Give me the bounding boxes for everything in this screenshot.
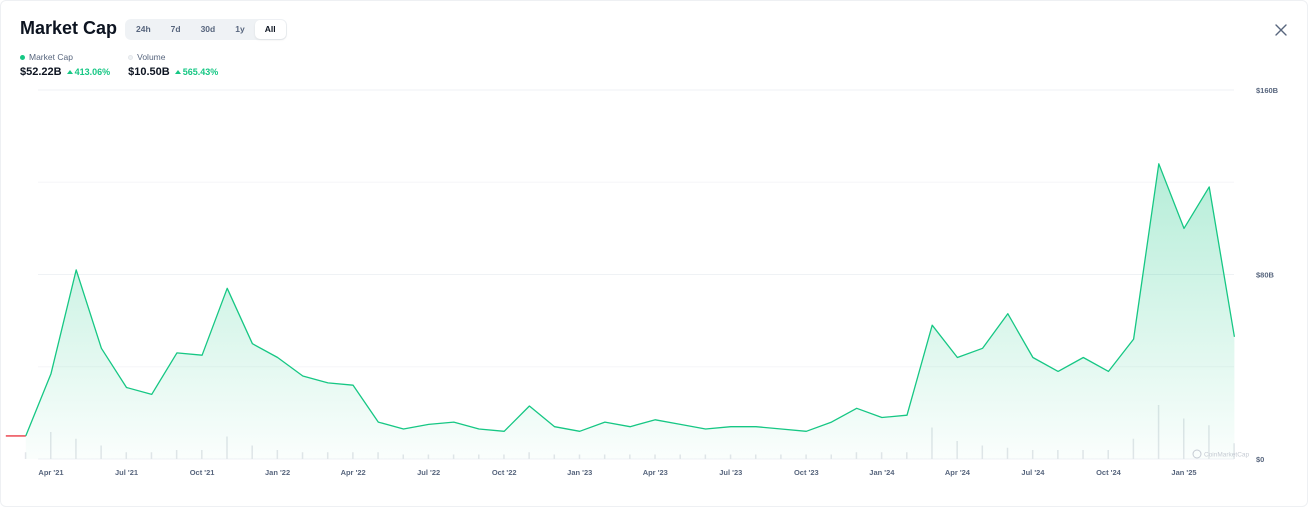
x-tick-label: Jul '22 (417, 468, 440, 477)
x-tick-label: Jul '23 (719, 468, 742, 477)
x-tick-label: Jan '24 (869, 468, 895, 477)
market-cap-chart[interactable]: Apr '21 Jul '21 Oct '21 Jan '22 Apr '22 Jul '… (1, 1, 1308, 508)
x-tick-label: Jul '24 (1021, 468, 1045, 477)
x-tick-label: Apr '23 (643, 468, 668, 477)
x-tick-label: Jan '22 (265, 468, 290, 477)
x-tick-label: Oct '24 (1096, 468, 1122, 477)
x-tick-label: Jul '21 (115, 468, 138, 477)
market-cap-area (25, 163, 1235, 460)
y-tick-label: $80B (1256, 271, 1275, 280)
x-tick-label: Oct '23 (794, 468, 819, 477)
x-tick-label: Apr '22 (341, 468, 366, 477)
x-tick-label: Jan '23 (567, 468, 592, 477)
x-tick-label: Apr '24 (945, 468, 971, 477)
x-tick-label: Oct '21 (190, 468, 215, 477)
x-tick-label: Jan '25 (1171, 468, 1196, 477)
watermark-text: CoinMarketCap (1204, 452, 1250, 459)
x-tick-label: Apr '21 (38, 468, 63, 477)
y-tick-label: $0 (1256, 455, 1264, 464)
x-tick-label: Oct '22 (492, 468, 517, 477)
market-cap-panel: Market Cap 24h 7d 30d 1y All Market Cap … (0, 0, 1308, 507)
y-tick-label: $160B (1256, 86, 1279, 95)
